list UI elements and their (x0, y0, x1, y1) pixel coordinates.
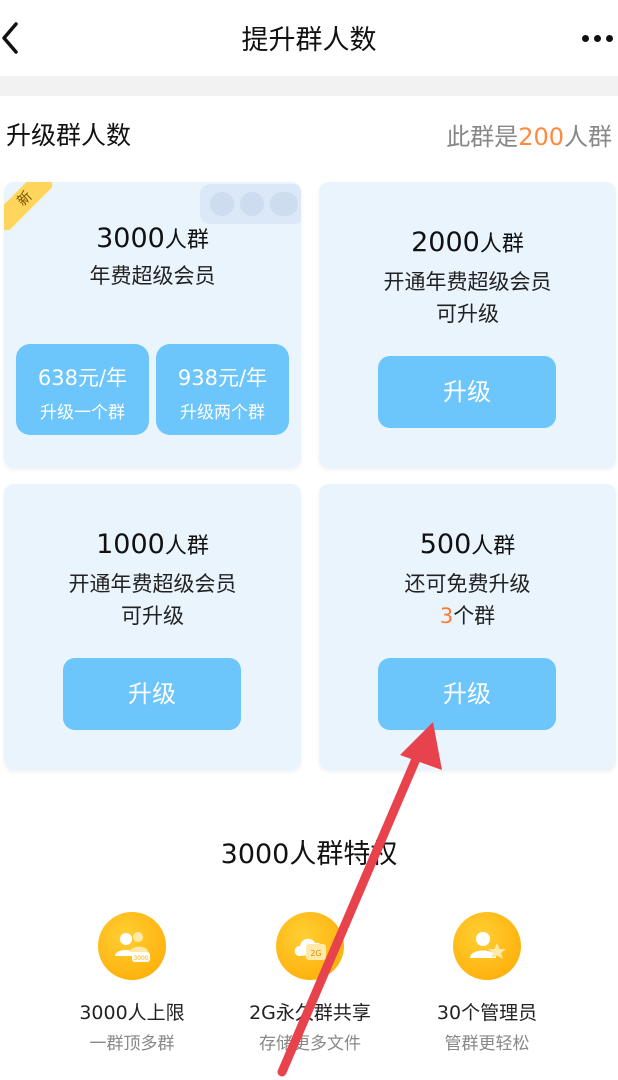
card-requirement: 还可免费升级 (404, 572, 531, 596)
section-title: 升级群人数 (6, 121, 132, 150)
card-3000: 新 3000人群 年费超级会员 638元/年 升级一个群 938元/年 升级两个… (4, 182, 301, 468)
icon-caption: 2G (310, 949, 321, 958)
price-desc: 升级一个群 (40, 403, 125, 423)
privilege-name: 3000人上限 (79, 1002, 185, 1024)
more-dots-icon[interactable] (582, 30, 616, 46)
decorative-window-graphic (200, 184, 301, 224)
group-size-status: 此群是200人群 (446, 117, 612, 152)
upgrade-two-groups-button[interactable]: 938元/年 升级两个群 (156, 344, 289, 435)
price-label: 938元/年 (177, 366, 268, 390)
price-label: 638元/年 (37, 366, 128, 390)
capacity-unit: 人群 (164, 228, 209, 253)
privilege-name: 30个管理员 (436, 1002, 538, 1024)
privileges-title: 3000人群特权 (220, 839, 398, 870)
privilege-name: 2G永久群共享 (249, 1002, 371, 1024)
capacity-unit: 人群 (164, 534, 209, 559)
card-requirement-2: 可升级 (436, 302, 499, 326)
card-capacity: 500人群 (319, 528, 616, 560)
card-requirement: 开通年费超级会员 (68, 572, 237, 596)
privilege-desc: 一群顶多群 (89, 1034, 175, 1054)
capacity-unit: 人群 (479, 232, 524, 257)
card-requirement-2: 可升级 (121, 604, 184, 628)
upgrade-one-group-button[interactable]: 638元/年 升级一个群 (16, 344, 149, 435)
capacity-number: 500 (419, 529, 472, 560)
card-requirement: 年费超级会员 (89, 264, 216, 288)
free-upgrades-remaining: 3个群 (319, 600, 616, 630)
status-number: 200 (518, 123, 564, 151)
divider (0, 76, 618, 96)
privilege-admins: 30个管理员 管群更轻松 (397, 912, 577, 1054)
admin-star-icon (453, 912, 521, 980)
card-requirement: 开通年费超级会员 (383, 270, 552, 294)
top-bar: 提升群人数 (0, 0, 618, 76)
page-title: 提升群人数 (241, 25, 377, 56)
capacity-number: 2000 (411, 227, 480, 258)
card-1000: 1000人群 开通年费超级会员 可升级 升级 (4, 484, 301, 770)
upgrade-button[interactable]: 升级 (378, 356, 556, 428)
upgrade-button[interactable]: 升级 (63, 658, 241, 730)
privilege-member-limit: 3000 3000人上限 一群顶多群 (42, 912, 222, 1054)
page: 提升群人数 升级群人数 此群是200人群 新 3000人群 年费超级会员 638… (0, 0, 618, 1080)
upgrade-button[interactable]: 升级 (378, 658, 556, 730)
capacity-number: 3000 (96, 223, 165, 254)
card-2000: 2000人群 开通年费超级会员 可升级 升级 (319, 182, 616, 468)
status-suffix: 人群 (564, 123, 612, 151)
card-capacity: 3000人群 (4, 222, 301, 254)
capacity-number: 1000 (96, 529, 165, 560)
group-members-icon: 3000 (98, 912, 166, 980)
cloud-storage-icon: 2G (276, 912, 344, 980)
capacity-unit: 人群 (471, 534, 516, 559)
free-upgrades-count: 3 (439, 604, 454, 628)
privilege-storage: 2G 2G永久群共享 存储更多文件 (220, 912, 400, 1054)
icon-caption: 3000 (133, 955, 148, 962)
price-desc: 升级两个群 (180, 403, 265, 423)
card-capacity: 2000人群 (319, 226, 616, 258)
privilege-desc: 存储更多文件 (259, 1034, 361, 1054)
privilege-desc: 管群更轻松 (444, 1034, 530, 1054)
free-upgrades-unit: 个群 (453, 604, 496, 628)
card-capacity: 1000人群 (4, 528, 301, 560)
status-prefix: 此群是 (446, 123, 519, 151)
card-500: 500人群 还可免费升级 3个群 升级 (319, 484, 616, 770)
